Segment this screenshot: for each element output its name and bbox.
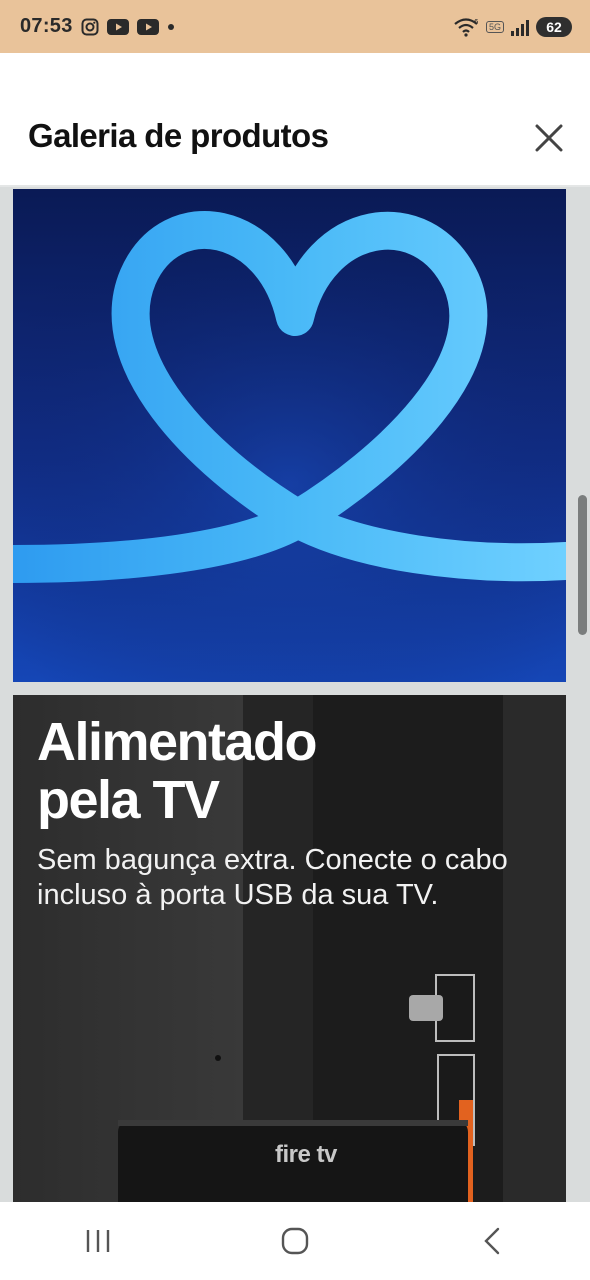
status-left: 07:53 <box>20 15 175 38</box>
back-icon <box>483 1227 499 1255</box>
svg-text:6: 6 <box>474 18 479 26</box>
home-icon <box>281 1227 309 1255</box>
system-nav-bar <box>0 1202 590 1280</box>
scrollbar-thumb[interactable] <box>578 495 587 635</box>
youtube-icon <box>106 18 129 35</box>
status-right: 6 5G 62 <box>454 16 572 37</box>
fire-tv-logo: fire tv <box>275 1141 337 1168</box>
recent-apps-icon <box>87 1230 110 1252</box>
battery-indicator: 62 <box>536 16 572 37</box>
notification-dot-icon <box>167 23 175 31</box>
gallery-header: Galeria de produtos <box>0 53 590 186</box>
close-button[interactable] <box>530 119 568 157</box>
signal-icon <box>510 18 530 36</box>
youtube-icon <box>136 18 159 35</box>
wifi-icon: 6 <box>454 17 480 37</box>
gallery-image-heart[interactable] <box>13 189 566 682</box>
instagram-icon <box>81 18 99 36</box>
back-button[interactable] <box>457 1211 527 1271</box>
status-bar: 07:53 6 5G 62 <box>0 0 590 53</box>
promo-text: Alimentado pela TV Sem bagunça extra. Co… <box>37 713 537 913</box>
page-title: Galeria de produtos <box>28 117 329 154</box>
promo-headline: Alimentado pela TV <box>37 712 318 830</box>
gallery-image-powered-by-tv[interactable]: Alimentado pela TV Sem bagunça extra. Co… <box>13 695 566 1202</box>
recent-apps-button[interactable] <box>63 1211 133 1271</box>
product-gallery[interactable]: Alimentado pela TV Sem bagunça extra. Co… <box>0 187 590 1202</box>
promo-body: Sem bagunça extra. Conecte o cabo inclus… <box>37 844 508 911</box>
heart-icon <box>13 189 566 682</box>
status-time: 07:53 <box>20 15 73 37</box>
home-button[interactable] <box>260 1211 330 1271</box>
network-type-badge: 5G <box>485 20 504 33</box>
close-icon <box>535 124 563 152</box>
